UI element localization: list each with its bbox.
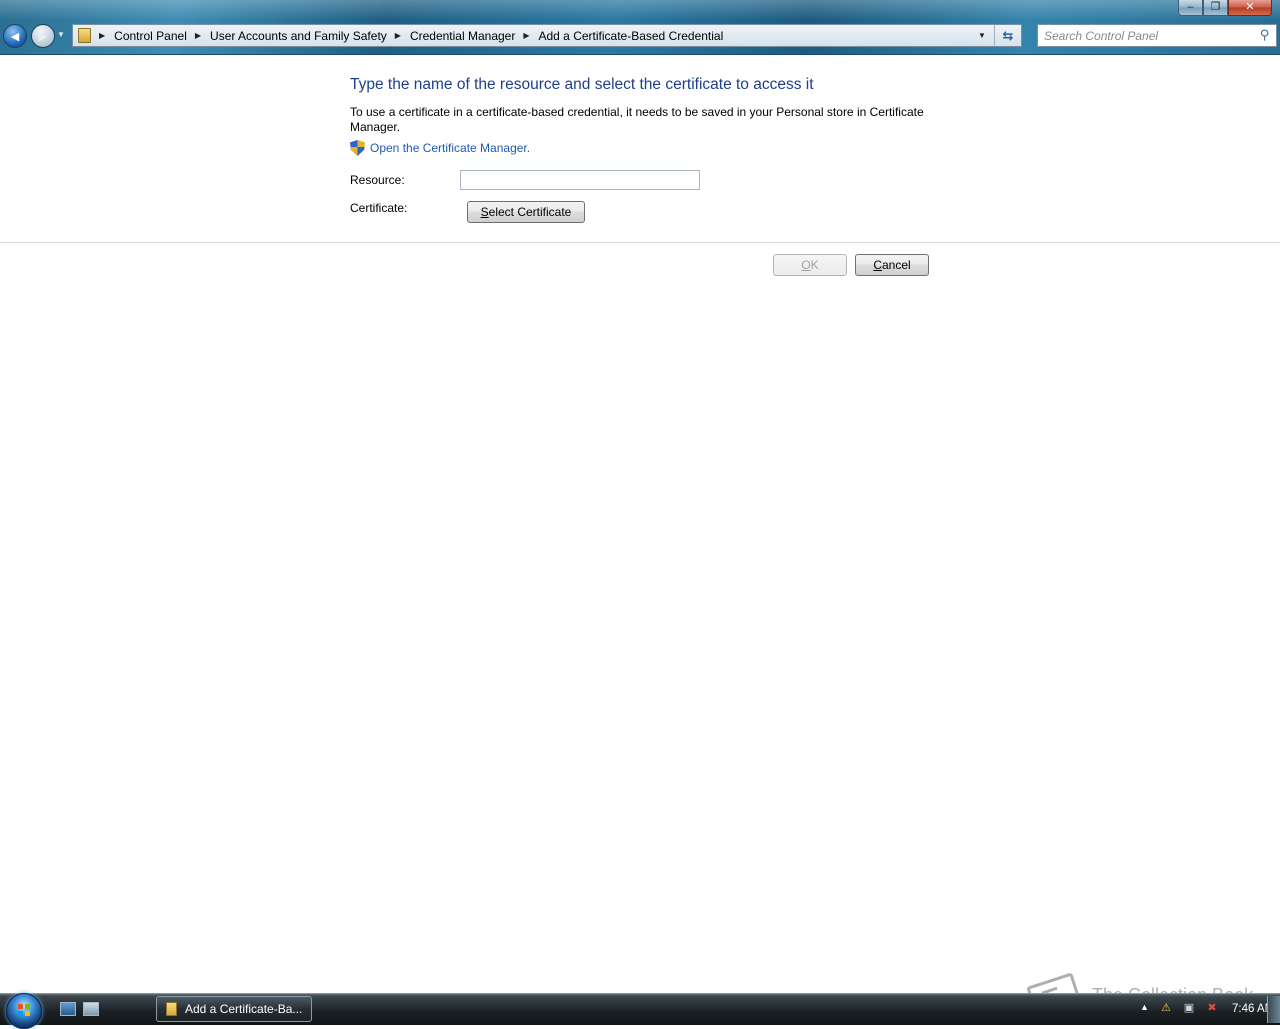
tray-expand-icon[interactable]: ▲ [1140,1002,1149,1012]
breadcrumb-user-accounts[interactable]: User Accounts and Family Safety [210,29,387,43]
select-certificate-label: elect Certificate [488,205,572,219]
network-warning-icon[interactable]: ⚠ [1160,1002,1172,1015]
minimize-button[interactable]: – [1178,0,1203,16]
certificate-manager-link-row: Open the Certificate Manager. [350,140,530,156]
cancel-label: ancel [881,258,911,272]
resource-input[interactable] [460,170,700,190]
main-content: Type the name of the resource and select… [0,55,1280,993]
close-button[interactable]: ✕ [1228,0,1272,16]
display-icon[interactable]: ▣ [1183,1002,1195,1015]
breadcrumb-separator-icon[interactable]: ▶ [523,31,529,40]
taskbar-window-label: Add a Certificate-Ba... [185,1002,303,1016]
breadcrumb-separator-icon[interactable]: ▶ [99,31,105,40]
back-arrow-icon: ◀ [10,31,20,43]
control-panel-icon [166,1002,177,1016]
window-controls: – ❐ ✕ [1178,0,1272,16]
forward-button[interactable]: ▶ [31,24,55,48]
resource-label: Resource: [350,173,405,187]
breadcrumb-current-page[interactable]: Add a Certificate-Based Credential [539,29,724,43]
certificate-label: Certificate: [350,201,408,215]
breadcrumb-separator-icon[interactable]: ▶ [195,31,201,40]
recent-pages-dropdown[interactable]: ▼ [57,30,65,39]
breadcrumb-separator-icon[interactable]: ▶ [395,31,401,40]
show-desktop-icon[interactable] [60,1002,76,1016]
cancel-button[interactable]: Cancel [855,254,929,276]
cancel-accelerator: C [873,258,882,272]
volume-muted-icon[interactable]: ✖ [1206,1002,1218,1015]
search-placeholder: Search Control Panel [1044,29,1159,43]
search-input[interactable]: Search Control Panel ⚲ [1037,24,1277,47]
select-certificate-button[interactable]: Select Certificate [467,201,585,223]
ok-label: K [810,258,819,272]
ok-button[interactable]: OK [773,254,847,276]
instructions-text: To use a certificate in a certificate-ba… [350,105,924,134]
taskbar: Add a Certificate-Ba... ▲ ⚠ ▣ ✖ 7:46 AM [0,993,1280,1029]
refresh-icon[interactable]: ⇆ [994,25,1021,46]
page-title: Type the name of the resource and select… [350,76,814,93]
breadcrumb-credential-manager[interactable]: Credential Manager [410,29,515,43]
forward-arrow-icon: ▶ [38,31,48,43]
breadcrumb-control-panel[interactable]: Control Panel [114,29,187,43]
uac-shield-icon [350,140,365,156]
show-desktop-strip[interactable] [1267,996,1280,1023]
switch-windows-icon[interactable] [83,1002,99,1016]
system-tray: ▲ ⚠ ▣ ✖ 7:46 AM [1100,994,1280,1025]
address-bar[interactable]: ▶ Control Panel ▶ User Accounts and Fami… [72,24,1022,47]
control-panel-icon [78,28,91,43]
window-title-bar: – ❐ ✕ ◀ ▶ ▼ ▶ Control Panel ▶ User Accou… [0,0,1280,55]
ok-accelerator: O [801,258,811,272]
maximize-button[interactable]: ❐ [1203,0,1228,16]
search-icon[interactable]: ⚲ [1260,27,1270,43]
select-certificate-accelerator: S [480,205,489,219]
address-history-dropdown[interactable]: ▼ [971,25,993,46]
open-certificate-manager-link[interactable]: Open the Certificate Manager. [370,141,530,155]
back-button[interactable]: ◀ [3,24,27,48]
divider [0,242,1280,243]
taskbar-window-button[interactable]: Add a Certificate-Ba... [156,996,312,1022]
